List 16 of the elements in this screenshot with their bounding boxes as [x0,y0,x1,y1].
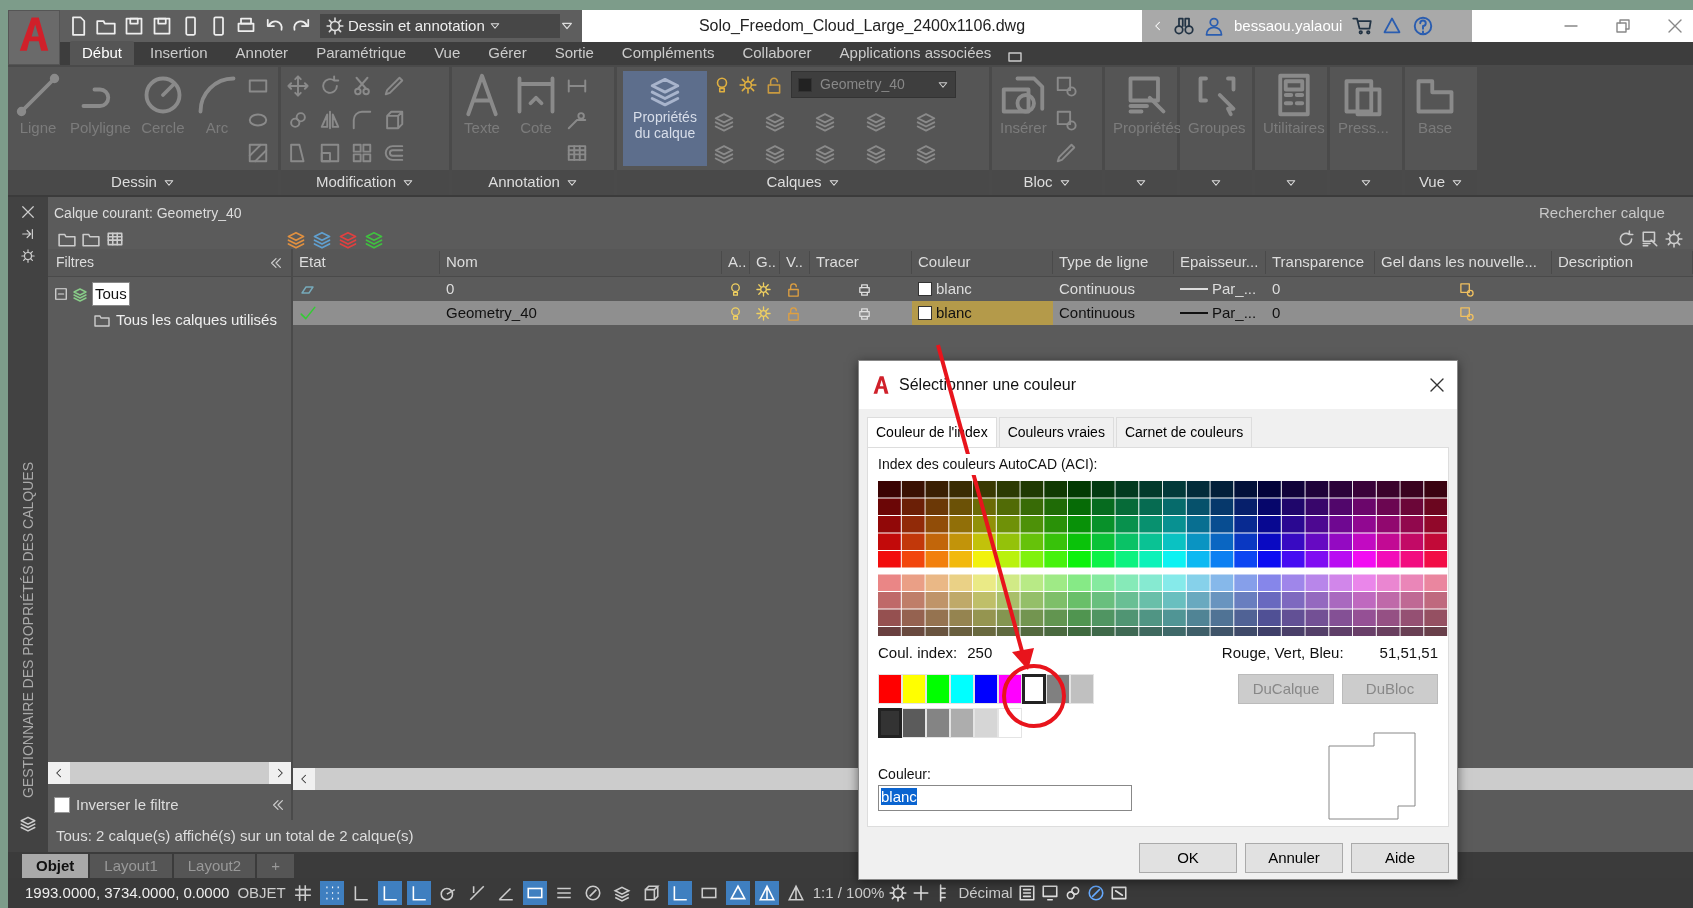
checkbox-label: Inverser le filtre [76,794,179,815]
filters-heading: Filtres [56,253,95,272]
layer-name: Geometry_40 [445,302,538,323]
coordinates: 1993.0000, 3734.0000, 0.0000 [24,882,231,903]
index-value: 250 [967,642,993,663]
index-label: Coul. index: [878,642,958,663]
rgb-value: 51,51,51 [1379,642,1438,663]
workspace-name: Dessin et annotation [348,15,485,36]
layer-count-status: Tous: 2 calque(s) affiché(s) sur un total de 2 calque(s) [55,825,415,846]
current-layer-label: Calque courant: Geometry_40 [54,203,242,223]
field-label: Couleur: [878,765,932,784]
file-title: Solo_Freedom_Cloud_Large_2400x1106.dwg [582,10,1142,42]
rgb-label: Rouge, Vert, Bleu: [1221,642,1344,663]
layer-name: 0 [445,278,456,299]
palette-title: GESTIONNAIRE DES PROPRIÉTÉS DES CALQUES [18,461,37,798]
palette-label: Index des couleurs AutoCAD (ACI): [878,454,1098,475]
